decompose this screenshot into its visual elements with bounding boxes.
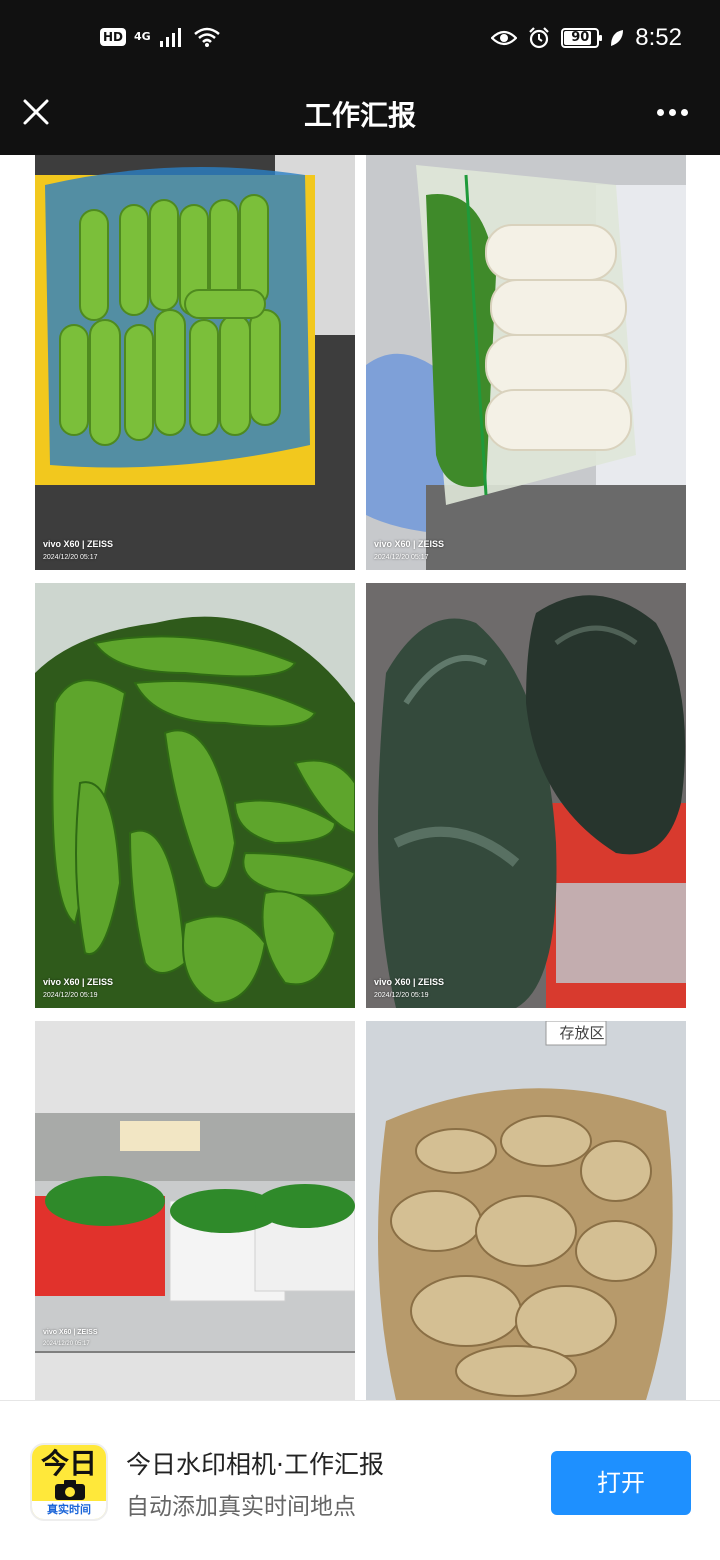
storage-sign: 存放区 [559,1024,605,1042]
photo-watermark: vivo X60 | ZEISS [374,539,445,549]
more-icon-dot [668,108,676,116]
photo-melons[interactable]: vivo X60 | ZEISS 2024/12/20 05:19 [366,583,686,1008]
status-left: HD 4G [100,26,221,48]
photo-greens[interactable]: vivo X60 | ZEISS 2024/12/20 05:17 [35,1021,355,1400]
photo-timestamp: 2024/12/20 05:17 [43,554,98,561]
more-icon-dot [680,108,688,116]
title-bar: 工作汇报 [0,84,720,155]
photo-watermark: vivo X60 | ZEISS [43,1329,98,1336]
battery-level: 90 [571,30,590,45]
promo-title: 今日水印相机·工作汇报 [126,1450,384,1479]
open-app-button[interactable]: 打开 [551,1451,691,1515]
app-icon-label: 今日 [40,1447,97,1480]
photo-grid: vivo X60 | ZEISS 2024/12/20 05:17 vivo X… [0,155,720,1400]
photo-watermark: vivo X60 | ZEISS [374,977,445,987]
photo-watermark: vivo X60 | ZEISS [43,539,114,549]
photo-timestamp: 2024/12/20 05:17 [374,554,429,561]
app-icon-caption: 真实时间 [32,1501,106,1519]
photo-timestamp: 2024/12/20 05:17 [43,1341,90,1347]
status-right: 90 8:52 [491,24,682,52]
wifi-icon [193,27,220,47]
network-label: 4G [134,30,151,43]
promo-subtitle: 自动添加真实时间地点 [126,1494,356,1520]
app-icon[interactable]: 今日 真实时间 [30,1443,108,1521]
photo-peppers[interactable]: vivo X60 | ZEISS 2024/12/20 05:19 [35,583,355,1008]
photo-radishes[interactable]: vivo X60 | ZEISS 2024/12/20 05:17 [366,155,686,570]
status-bar: HD 4G 90 8:52 [0,0,720,84]
signal-icon [159,28,181,47]
photo-watermark: vivo X60 | ZEISS [43,977,114,987]
more-button[interactable] [650,94,694,130]
photo-timestamp: 2024/12/20 05:19 [43,992,98,999]
more-icon [656,108,664,116]
photo-ginger[interactable]: 存放区 [366,1021,686,1400]
photo-cucumbers[interactable]: vivo X60 | ZEISS 2024/12/20 05:17 [35,155,355,570]
leaf-icon [611,30,624,46]
battery-icon: 90 [561,28,603,48]
app-promo-banner: 今日 真实时间 今日水印相机·工作汇报 自动添加真实时间地点 打开 [0,1400,720,1560]
photo-timestamp: 2024/12/20 05:19 [374,992,429,999]
alarm-icon [529,27,550,49]
battery-tip [599,35,603,41]
eye-icon [491,30,518,46]
page: HD 4G 90 8:52 工作汇报 vivo X60 | ZEISS 2024… [0,0,720,1560]
clock: 8:52 [635,24,682,51]
camera-icon [55,1480,85,1500]
page-title: 工作汇报 [303,99,416,132]
hd-badge: HD [100,28,127,46]
